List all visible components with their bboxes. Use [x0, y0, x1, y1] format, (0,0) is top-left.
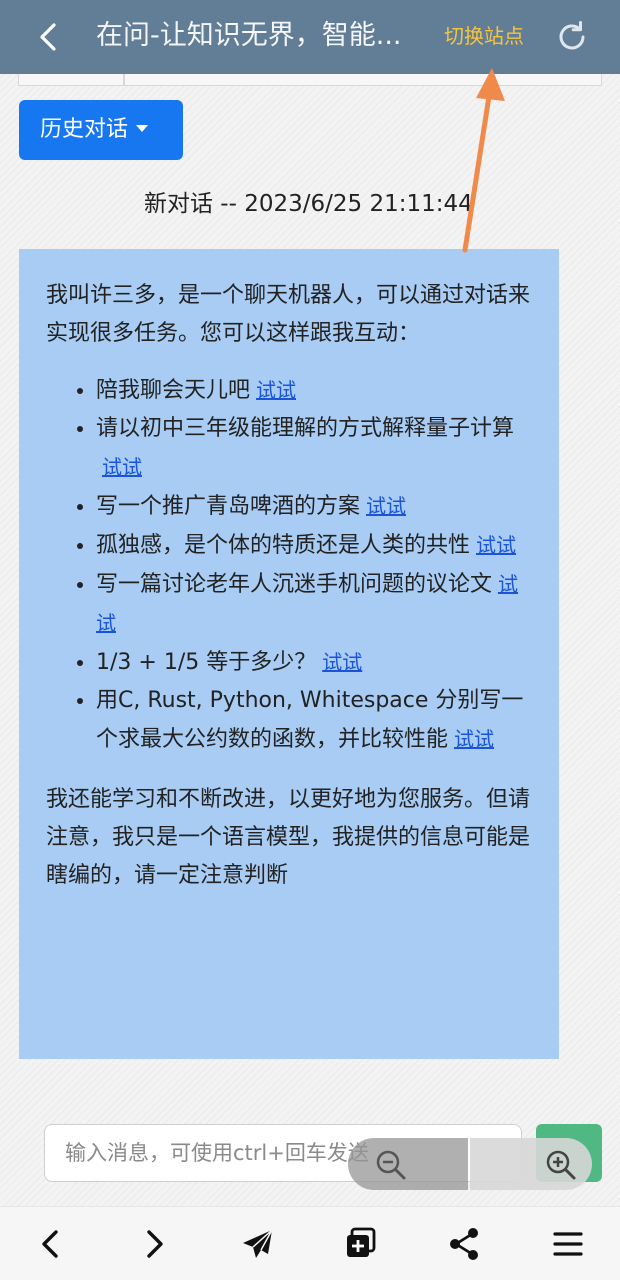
message-outro: 我还能学习和不断改进，以更好地为您服务。但请注意，我只是一个语言模型，我提供的信…	[46, 787, 531, 888]
try-link[interactable]: 试试	[102, 455, 142, 479]
try-link[interactable]: 试试	[476, 533, 516, 557]
send-plane-icon[interactable]	[237, 1223, 279, 1265]
message-intro: 我叫许三多，是一个聊天机器人，可以通过对话来实现很多任务。您可以这样跟我互动：	[46, 283, 531, 346]
suggestion-item: 写一篇讨论老年人沉迷手机问题的议论文试试	[96, 565, 533, 643]
tabs-icon[interactable]	[340, 1223, 382, 1265]
chevron-left-icon[interactable]	[30, 1223, 72, 1265]
history-button-label: 历史对话	[40, 117, 129, 142]
zoom-in-button[interactable]	[470, 1138, 592, 1190]
suggestion-item: 请以初中三年级能理解的方式解释量子计算试试	[96, 410, 533, 487]
bot-message: 我叫许三多，是一个聊天机器人，可以通过对话来实现很多任务。您可以这样跟我互动： …	[19, 249, 559, 1059]
zoom-in-icon	[546, 1150, 576, 1180]
suggestion-item: 1/3 + 1/5 等于多少？试试	[96, 643, 533, 682]
suggestion-list: 陪我聊会天儿吧试试 请以初中三年级能理解的方式解释量子计算试试 写一个推广青岛啤…	[46, 371, 533, 759]
bottom-nav	[0, 1206, 620, 1280]
menu-icon[interactable]	[547, 1223, 589, 1265]
session-title: 新对话 -- 2023/6/25 21:11:44	[144, 191, 473, 217]
suggestion-item: 用C, Rust, Python, Whitespace 分别写一个求最大公约数…	[96, 682, 533, 759]
try-link[interactable]: 试试	[366, 494, 406, 518]
suggestion-item: 孤独感，是个体的特质还是人类的共性试试	[96, 526, 533, 565]
chevron-right-icon[interactable]	[133, 1223, 175, 1265]
caret-down-icon	[136, 124, 149, 132]
history-dropdown-button[interactable]: 历史对话	[19, 100, 183, 160]
refresh-icon[interactable]	[552, 17, 592, 57]
tab-indicator	[18, 74, 124, 86]
zoom-out-button[interactable]	[348, 1138, 468, 1190]
back-arrow-icon[interactable]	[30, 17, 70, 57]
top-bar: 在问-让知识无界，智能... 切换站点	[0, 0, 620, 74]
share-icon[interactable]	[443, 1223, 485, 1265]
try-link[interactable]: 试试	[322, 650, 362, 674]
tab-indicator	[124, 74, 602, 86]
zoom-out-icon	[376, 1150, 406, 1180]
try-link[interactable]: 试试	[256, 378, 296, 402]
switch-site-button[interactable]: 切换站点	[444, 22, 524, 50]
suggestion-item: 写一个推广青岛啤酒的方案试试	[96, 487, 533, 526]
suggestion-item: 陪我聊会天儿吧试试	[96, 371, 533, 410]
page-title: 在问-让知识无界，智能...	[96, 20, 402, 51]
try-link[interactable]: 试试	[454, 727, 494, 751]
zoom-controls	[348, 1138, 592, 1190]
